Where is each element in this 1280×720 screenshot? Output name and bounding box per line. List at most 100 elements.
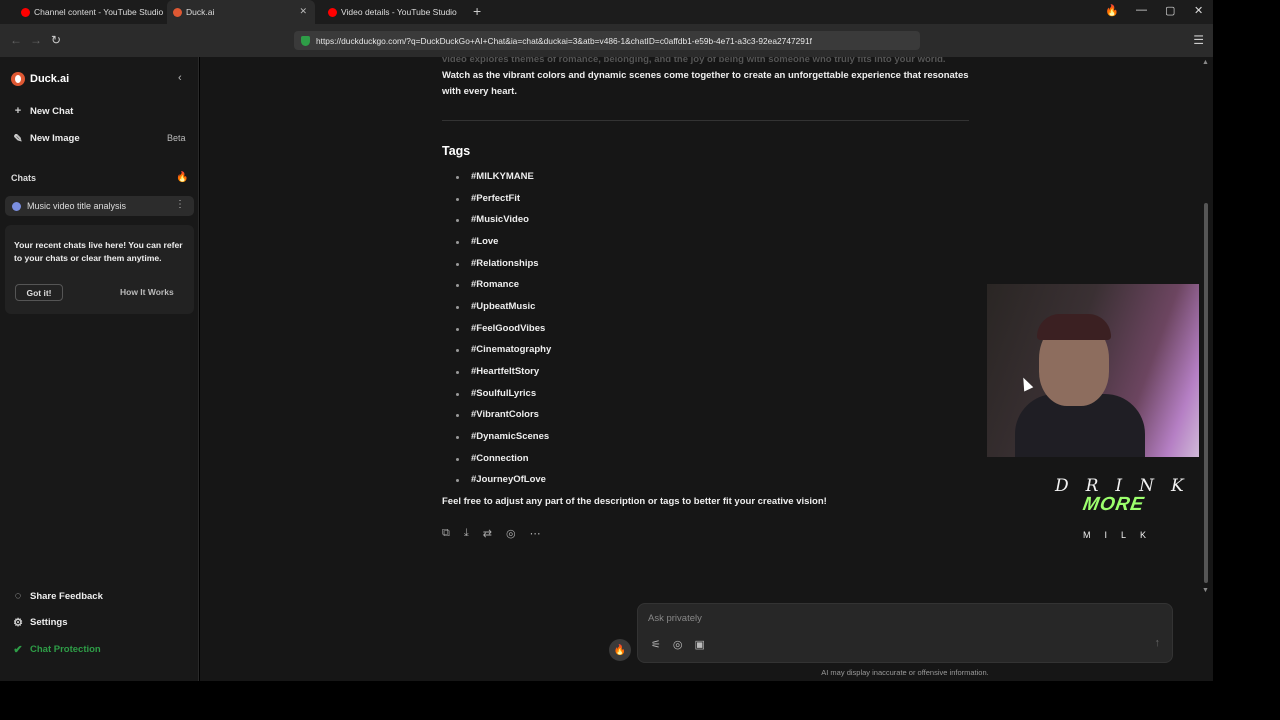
tag-item: #MILKYMANE: [456, 171, 534, 182]
feedback-icon: ◌: [14, 590, 22, 602]
url-text[interactable]: https://duckduckgo.com/?q=DuckDuckGo+AI+…: [316, 36, 812, 46]
close-tab-icon[interactable]: ✕: [299, 6, 307, 17]
fire-icon[interactable]: 🔥: [1105, 4, 1119, 17]
tags-heading: Tags: [442, 144, 471, 158]
scrollbar[interactable]: ▲ ▼: [1202, 59, 1210, 594]
shield-icon: [301, 35, 310, 46]
recent-chats-tip: Your recent chats live here! You can ref…: [5, 225, 194, 314]
tag-item: #Cinematography: [455, 344, 552, 355]
how-it-works-link[interactable]: How It Works: [120, 287, 174, 297]
address-bar[interactable]: https://duckduckgo.com/?q=DuckDuckGo+AI+…: [294, 31, 920, 50]
logo-line-1: DRINK: [1055, 476, 1201, 496]
model-settings-icon[interactable]: ⚟: [651, 638, 661, 651]
duckduckgo-logo-icon: [11, 72, 25, 86]
tag-item: #DynamicScenes: [455, 431, 550, 442]
browser-tab-bar: Channel content - YouTube Studio Duck.ai…: [0, 0, 1213, 24]
fire-button[interactable]: 🔥: [609, 639, 631, 661]
beta-badge: Beta: [167, 133, 186, 143]
forward-icon[interactable]: →: [30, 33, 42, 47]
clear-chats-fire-icon[interactable]: 🔥: [176, 172, 188, 183]
chat-title: Music video title analysis: [27, 201, 127, 211]
tag-item: #Relationships: [456, 258, 539, 269]
chat-icon: [12, 201, 21, 211]
tag-item: #SoulfulLyrics: [455, 388, 537, 399]
copy-icon[interactable]: ⧉: [442, 527, 450, 540]
message-actions: ⧉ ⤓ ⇄ ◎ ⋯: [442, 527, 541, 540]
tab-channel-content[interactable]: Channel content - YouTube Studio: [15, 0, 165, 24]
tag-item: #UpbeatMusic: [455, 301, 536, 312]
hamburger-menu-icon[interactable]: ☰: [1193, 33, 1204, 47]
tab-title: Duck.ai: [186, 7, 215, 17]
more-options-icon[interactable]: ⋮: [175, 199, 185, 210]
globe-icon[interactable]: ◎: [506, 527, 516, 540]
scrollbar-thumb[interactable]: [1204, 203, 1208, 583]
duckduckgo-icon: [173, 7, 182, 17]
tag-item: #FeelGoodVibes: [455, 323, 546, 334]
tip-text: Your recent chats live here! You can ref…: [14, 240, 183, 263]
scroll-down-icon[interactable]: ▼: [1202, 587, 1209, 594]
tab-video-details[interactable]: Video details - YouTube Studio: [322, 0, 470, 24]
composer-tools: ⚟ ◎ ▣: [651, 638, 705, 651]
divider: [442, 120, 969, 121]
webcam-person-cap: [1037, 314, 1111, 340]
plus-icon: +: [14, 105, 22, 117]
logo-line-2: MORE: [1081, 494, 1146, 515]
tab-title: Video details - YouTube Studio: [341, 7, 457, 17]
tab-duck-ai[interactable]: Duck.ai ✕: [167, 0, 315, 24]
tag-item: #JourneyOfLove: [456, 474, 546, 485]
settings-label: Settings: [30, 617, 68, 628]
tab-title: Channel content - YouTube Studio: [34, 7, 164, 17]
regenerate-icon[interactable]: ⇄: [483, 527, 492, 540]
minimize-button[interactable]: —: [1136, 4, 1147, 16]
youtube-icon: [328, 7, 337, 17]
navigation-bar: ← → ↻ https://duckduckgo.com/?q=DuckDuck…: [0, 24, 1213, 57]
back-icon[interactable]: ←: [10, 33, 22, 47]
shield-check-icon: ✔: [13, 644, 23, 656]
share-feedback-label: Share Feedback: [30, 590, 103, 602]
new-tab-button[interactable]: +: [473, 4, 481, 18]
chat-protection-button[interactable]: ✔ Chat Protection: [11, 643, 101, 656]
reload-icon[interactable]: ↻: [51, 33, 61, 47]
chat-list-item[interactable]: Music video title analysis ⋮: [5, 196, 194, 216]
maximize-button[interactable]: ▢: [1165, 4, 1175, 17]
brand[interactable]: Duck.ai: [11, 72, 69, 86]
chat-input[interactable]: [648, 613, 1128, 624]
chats-heading: Chats: [11, 173, 37, 183]
scroll-up-icon[interactable]: ▲: [1202, 59, 1209, 66]
more-icon[interactable]: ⋯: [530, 527, 541, 540]
send-icon[interactable]: ↑: [1155, 637, 1161, 649]
got-it-button[interactable]: Got it!: [15, 284, 63, 301]
new-image-label: New Image: [30, 133, 80, 144]
new-chat-label: New Chat: [30, 105, 74, 117]
disclaimer: AI may display inaccurate or offensive i…: [821, 668, 989, 677]
collapse-sidebar-icon[interactable]: ‹: [178, 72, 182, 84]
image-icon[interactable]: ▣: [694, 638, 704, 651]
drink-more-milk-logo: DRINK MORE MILK: [1055, 476, 1184, 546]
tag-item: #PerfectFit: [455, 193, 521, 204]
chat-protection-label: Chat Protection: [30, 644, 101, 655]
close-window-button[interactable]: ✕: [1194, 4, 1203, 17]
brand-name: Duck.ai: [30, 73, 70, 85]
tag-item: #Connection: [456, 453, 529, 464]
tag-item: #Love: [455, 236, 499, 247]
gear-icon: ⚙: [13, 617, 23, 629]
faded-text: video explores themes of romance, belong…: [442, 57, 946, 65]
tag-item: #HeartfeltStory: [455, 366, 540, 377]
web-search-icon[interactable]: ◎: [673, 638, 683, 651]
webcam-overlay: [987, 284, 1199, 457]
logo-line-3: MILK: [1083, 530, 1161, 540]
youtube-icon: [21, 7, 30, 17]
tag-item: #MusicVideo: [456, 214, 529, 225]
composer: ⚟ ◎ ▣ ↑: [637, 603, 1173, 663]
brush-icon: ✎: [13, 133, 23, 145]
response-paragraph: Watch as the vibrant colors and dynamic …: [442, 70, 969, 97]
closing-text: Feel free to adjust any part of the desc…: [442, 496, 827, 507]
tag-item: #VibrantColors: [456, 409, 539, 420]
settings-button[interactable]: ⚙ Settings: [11, 616, 67, 629]
download-icon[interactable]: ⤓: [464, 527, 469, 540]
new-image-button[interactable]: ✎ New Image: [11, 132, 80, 145]
sidebar: Duck.ai ‹ + New Chat ✎ New Image Beta Ch…: [0, 57, 199, 681]
new-chat-button[interactable]: + New Chat: [11, 105, 74, 117]
chat-content: video explores themes of romance, belong…: [200, 57, 1213, 681]
share-feedback-button[interactable]: ◌ Share Feedback: [11, 590, 103, 602]
